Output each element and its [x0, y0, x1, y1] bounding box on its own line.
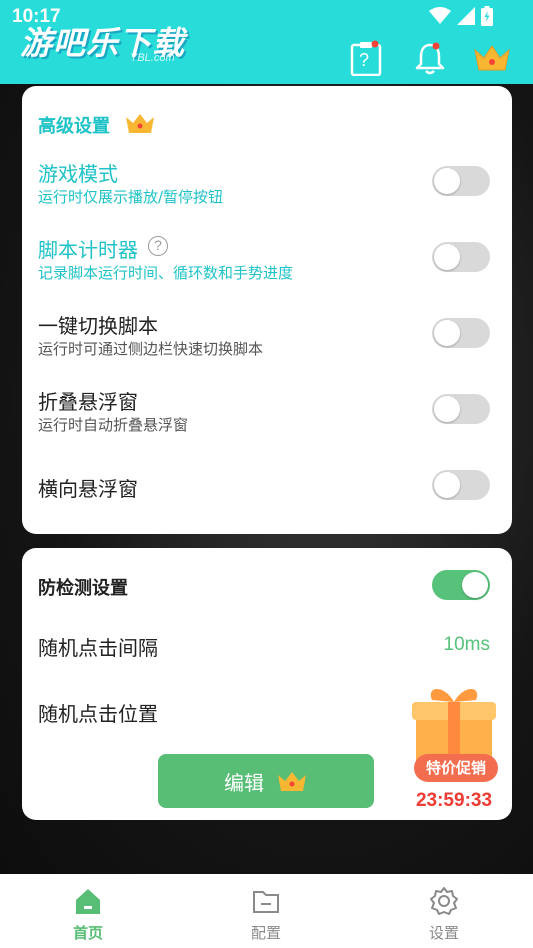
help-icon[interactable]: ?	[148, 236, 168, 256]
app-logo-sub: YBL.com	[130, 52, 175, 64]
horizontal-window-title: 横向悬浮窗	[38, 477, 138, 501]
anti-detect-title: 防检测设置	[38, 578, 128, 599]
switch-script-title: 一键切换脚本	[38, 314, 158, 338]
gear-icon	[430, 887, 458, 915]
promo-widget[interactable]: 特价促销 23:59:33	[404, 680, 504, 820]
nav-config-label: 配置	[250, 924, 281, 942]
battery-icon	[481, 6, 493, 26]
crown-icon	[278, 772, 306, 791]
toggle-knob	[434, 396, 460, 422]
clipboard-glyph: ?	[359, 50, 370, 70]
signal-icon	[457, 7, 475, 25]
script-timer-toggle[interactable]	[432, 242, 490, 272]
nav-home[interactable]: 首页	[48, 886, 128, 943]
home-icon	[76, 889, 100, 914]
edit-button[interactable]: 编辑	[158, 754, 374, 808]
fold-window-title: 折叠悬浮窗	[38, 390, 138, 414]
crown-icon	[126, 114, 154, 133]
nav-settings[interactable]: 设置	[404, 886, 484, 943]
nav-settings-label: 设置	[428, 924, 459, 942]
toggle-knob	[434, 320, 460, 346]
random-position-label[interactable]: 随机点击位置	[38, 698, 158, 727]
script-timer-subtitle: 记录脚本运行时间、循环数和手势进度	[38, 264, 294, 282]
game-mode-subtitle: 运行时仅展示播放/暂停按钮	[38, 188, 224, 206]
nav-home-label: 首页	[72, 924, 103, 942]
edit-button-label: 编辑	[224, 770, 264, 795]
toggle-knob	[434, 244, 460, 270]
promo-label: 特价促销	[414, 754, 498, 782]
script-timer-title: 脚本计时器	[38, 238, 138, 262]
status-icons	[429, 6, 493, 26]
promo-timer: 23:59:33	[415, 790, 493, 811]
advanced-settings-title: 高级设置	[38, 116, 110, 137]
fold-window-subtitle: 运行时自动折叠悬浮窗	[38, 416, 189, 434]
advanced-settings-card: 高级设置 游戏模式 运行时仅展示播放/暂停按钮 脚本计时器 ? 记录脚本运行时间…	[22, 86, 512, 534]
bottom-nav: 首页 配置 设置	[0, 874, 533, 948]
bell-icon[interactable]	[412, 40, 448, 76]
anti-detect-toggle[interactable]	[432, 570, 490, 600]
horizontal-window-toggle[interactable]	[432, 470, 490, 500]
random-interval-label: 随机点击间隔	[38, 636, 158, 660]
fold-window-toggle[interactable]	[432, 394, 490, 424]
game-mode-toggle[interactable]	[432, 166, 490, 196]
toggle-knob	[434, 472, 460, 498]
switch-script-toggle[interactable]	[432, 318, 490, 348]
random-interval-value[interactable]: 10ms	[444, 634, 490, 656]
toggle-knob	[434, 168, 460, 194]
app-header: 10:17 游吧乐下载 YBL.com ?	[0, 0, 533, 84]
game-mode-title: 游戏模式	[38, 162, 118, 186]
nav-config[interactable]: 配置	[226, 886, 306, 943]
clipboard-help-icon[interactable]: ?	[348, 40, 384, 77]
wifi-icon	[429, 7, 451, 24]
folder-icon	[253, 891, 279, 913]
toggle-knob	[462, 572, 488, 598]
switch-script-subtitle: 运行时可通过侧边栏快速切换脚本	[38, 340, 264, 358]
vip-crown-icon[interactable]	[472, 40, 512, 76]
